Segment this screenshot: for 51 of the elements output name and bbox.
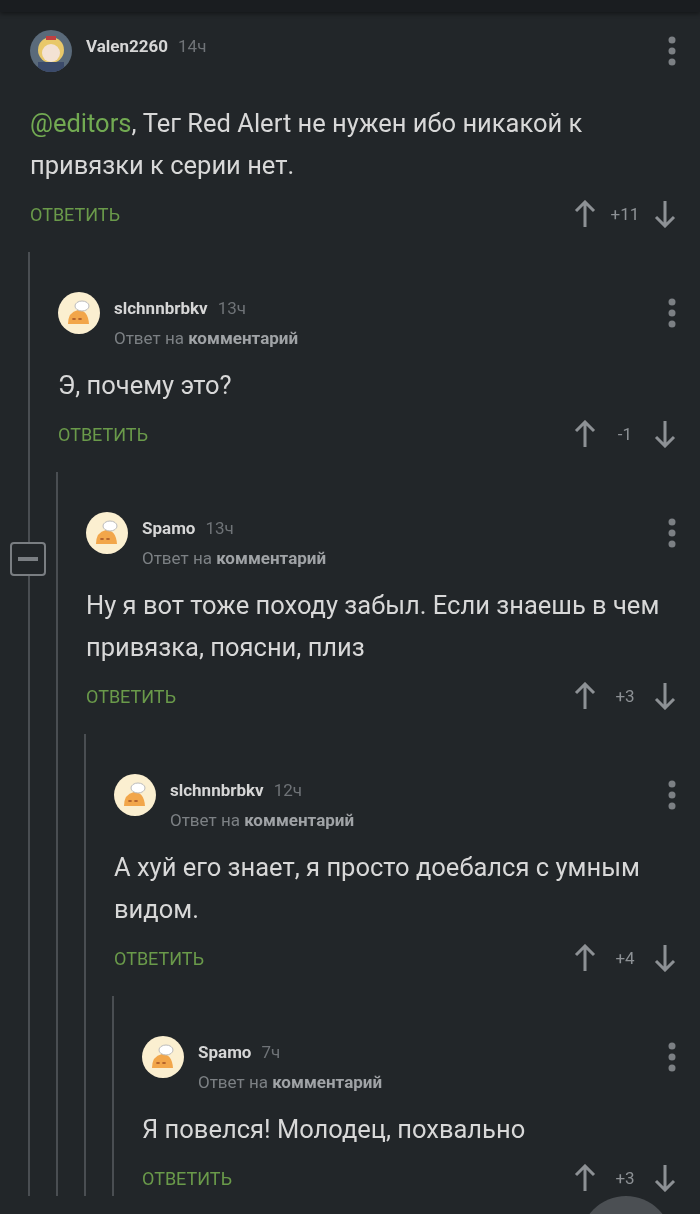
- more-options-icon[interactable]: [668, 1042, 676, 1072]
- avatar-icon: [58, 292, 100, 334]
- avatar-icon: [114, 774, 156, 816]
- reply-link[interactable]: ОТВЕТИТЬ: [142, 1167, 232, 1189]
- downvote-icon[interactable]: [654, 682, 676, 710]
- comment-time: 12ч: [273, 780, 303, 800]
- more-options-icon[interactable]: [668, 298, 676, 328]
- rating-value: -1: [616, 424, 634, 444]
- reply-link[interactable]: ОТВЕТИТЬ: [58, 423, 148, 445]
- more-options-icon[interactable]: [668, 518, 676, 548]
- reply-to-text: Ответ на комментарий: [198, 1072, 384, 1092]
- author-name[interactable]: Spamo: [142, 518, 196, 538]
- more-options-icon[interactable]: [668, 780, 676, 810]
- author-name[interactable]: Valen2260: [86, 36, 169, 56]
- reply-to-text: Ответ на комментарий: [170, 810, 356, 830]
- comment-time: 13ч: [205, 518, 234, 538]
- reply-link[interactable]: ОТВЕТИТЬ: [86, 685, 176, 707]
- rating-value: +4: [614, 948, 636, 968]
- upvote-icon[interactable]: [574, 682, 596, 710]
- reply-link[interactable]: ОТВЕТИТЬ: [30, 203, 120, 225]
- upvote-icon[interactable]: [574, 200, 596, 228]
- avatar-icon: [86, 512, 128, 554]
- minus-icon: [18, 557, 38, 561]
- comment-time: 13ч: [217, 298, 247, 318]
- upvote-icon[interactable]: [574, 1164, 596, 1192]
- reply-link[interactable]: ОТВЕТИТЬ: [114, 947, 204, 969]
- reply-to-text: Ответ на комментарий: [114, 328, 300, 348]
- author-name[interactable]: Spamo: [198, 1042, 252, 1062]
- downvote-icon[interactable]: [654, 200, 676, 228]
- downvote-icon[interactable]: [654, 1164, 676, 1192]
- mention-link[interactable]: @editors: [30, 108, 132, 138]
- downvote-icon[interactable]: [654, 420, 676, 448]
- avatar-icon: [142, 1036, 184, 1078]
- author-name[interactable]: slchnnbrbkv: [114, 298, 208, 318]
- upvote-icon[interactable]: [574, 420, 596, 448]
- comment-time: 7ч: [261, 1042, 281, 1062]
- comment-text: Э, почему это?: [58, 369, 233, 402]
- rating-value: +3: [614, 686, 636, 706]
- rating-value: +3: [614, 1168, 636, 1188]
- reply-to-text: Ответ на комментарий: [142, 548, 328, 568]
- downvote-icon[interactable]: [654, 944, 676, 972]
- more-options-icon[interactable]: [668, 36, 676, 66]
- comment-time: 14ч: [178, 36, 207, 56]
- comment-text: А хуй его знает, я просто доебался с умным видом.: [114, 851, 641, 926]
- upvote-icon[interactable]: [574, 944, 596, 972]
- comment-text: Ну я вот тоже походу забыл. Если знаешь в чем привязка, поясни, плиз: [86, 589, 661, 664]
- comment-text: Я повелся! Молодец, похвально: [142, 1113, 527, 1146]
- comment-text: @editors, Тег Red Alert не нужен ибо никакой к привязки к серии нет.: [30, 107, 584, 182]
- rating-value: +11: [609, 204, 641, 224]
- author-name[interactable]: slchnnbrbkv: [170, 780, 264, 800]
- collapse-button[interactable]: [10, 542, 46, 576]
